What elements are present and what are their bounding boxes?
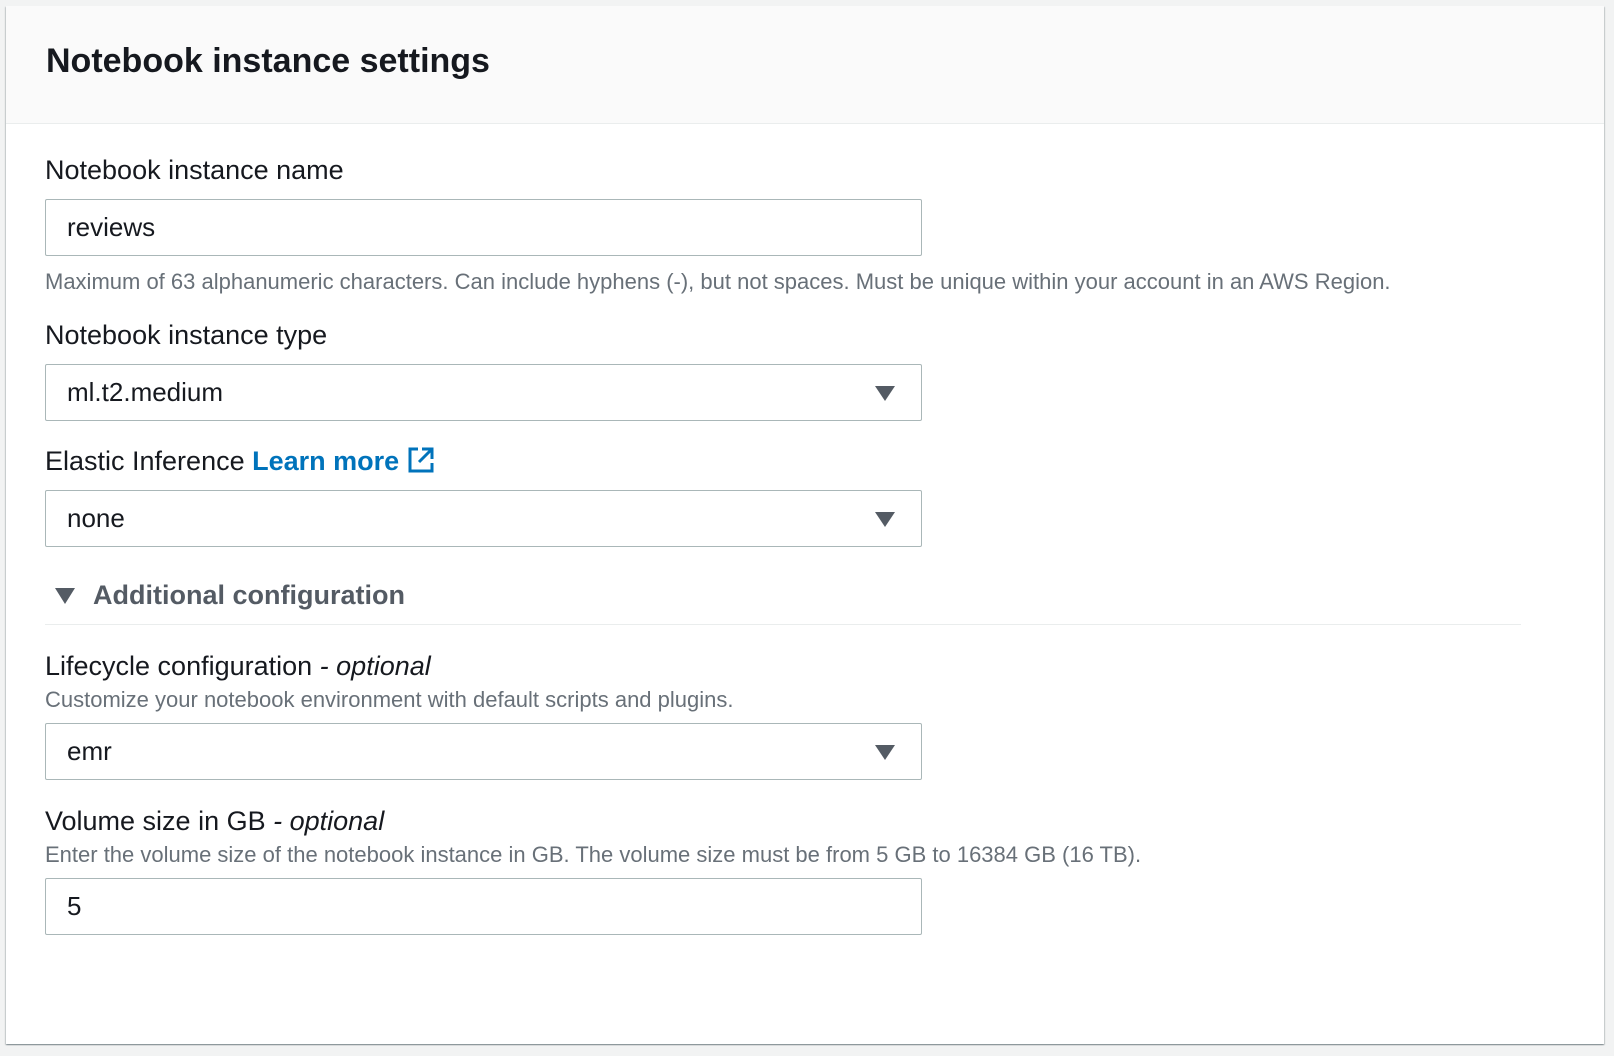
volume-size-input[interactable]: 5 (45, 878, 922, 935)
instance-type-select[interactable]: ml.t2.medium (45, 364, 922, 421)
panel-header: Notebook instance settings (6, 6, 1604, 124)
lifecycle-label: Lifecycle configuration - optional (45, 649, 431, 683)
caret-down-icon (875, 512, 895, 527)
learn-more-link-text: Learn more (252, 446, 400, 476)
volume-size-hint: Enter the volume size of the notebook in… (45, 842, 1142, 867)
lifecycle-value: emr (67, 736, 112, 766)
elastic-inference-select[interactable]: none (45, 490, 922, 547)
additional-configuration-toggle[interactable]: Additional configuration (45, 580, 405, 611)
instance-type-label: Notebook instance type (45, 320, 328, 350)
elastic-inference-value: none (67, 503, 125, 533)
instance-name-label: Notebook instance name (45, 155, 344, 185)
volume-size-label: Volume size in GB - optional (45, 804, 384, 838)
additional-configuration-label: Additional configuration (93, 580, 405, 610)
instance-name-hint: Maximum of 63 alphanumeric characters. C… (45, 269, 1391, 294)
lifecycle-select[interactable]: emr (45, 723, 922, 780)
elastic-inference-label-text: Elastic Inference (45, 446, 245, 476)
lifecycle-optional-text: - optional (319, 651, 431, 681)
external-link-icon (407, 446, 435, 482)
expander-caret-icon (55, 587, 75, 604)
learn-more-link[interactable]: Learn more (252, 446, 435, 476)
volume-size-optional-text: - optional (273, 806, 385, 836)
volume-size-label-text: Volume size in GB (45, 806, 266, 836)
caret-down-icon (875, 386, 895, 401)
panel-title: Notebook instance settings (46, 42, 490, 80)
volume-size-value: 5 (67, 891, 82, 921)
elastic-inference-label: Elastic Inference Learn more (45, 444, 435, 482)
instance-name-value: reviews (67, 212, 156, 242)
instance-type-value: ml.t2.medium (67, 377, 224, 407)
lifecycle-hint: Customize your notebook environment with… (45, 687, 734, 712)
caret-down-icon (875, 745, 895, 760)
lifecycle-label-text: Lifecycle configuration (45, 651, 313, 681)
instance-name-input[interactable]: reviews (45, 199, 922, 256)
section-divider (45, 624, 1521, 625)
notebook-settings-panel: Notebook instance settings Notebook inst… (6, 6, 1604, 1044)
